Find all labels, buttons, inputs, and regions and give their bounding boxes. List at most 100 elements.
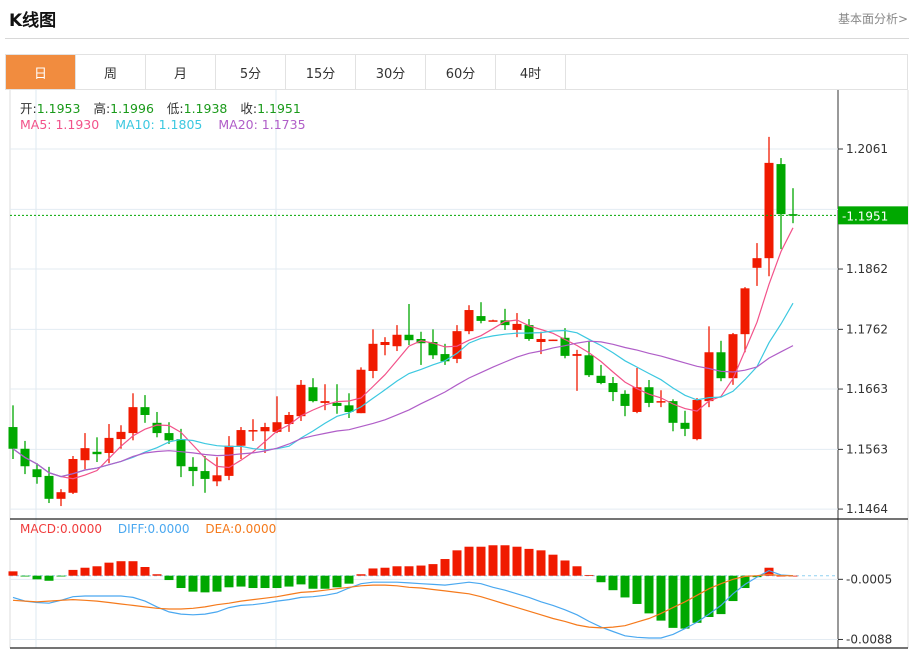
close-value: 1.1951 [257, 101, 301, 116]
macd-value: MACD:0.0000 [20, 522, 103, 536]
macd-bar [188, 575, 198, 592]
macd-bar [608, 575, 618, 591]
open-label: 开: [20, 101, 37, 116]
y-tick-label: 1.2061 [846, 142, 888, 156]
candle [80, 433, 90, 470]
macd-y-tick-label: -0.0005 [846, 572, 892, 586]
candle-body [488, 320, 498, 322]
y-tick-label: 1.1663 [846, 382, 888, 396]
candle [416, 331, 426, 365]
candle-body [596, 375, 606, 384]
y-tick-label: 1.1762 [846, 322, 888, 336]
candle-body [740, 288, 750, 335]
candle-body [704, 352, 714, 402]
candle [776, 158, 786, 250]
macd-bar [248, 575, 258, 589]
macd-bar [104, 562, 114, 576]
candle [200, 455, 210, 493]
candle-body [752, 258, 762, 268]
candle-body [620, 393, 630, 406]
y-tick-label: 1.1563 [846, 442, 888, 456]
candle-body [188, 466, 198, 472]
macd-bar [116, 561, 126, 576]
macd-bar [128, 561, 138, 576]
open-value: 1.1953 [36, 101, 81, 116]
candle-body [788, 214, 798, 216]
candle-body [548, 339, 558, 342]
candle-body [248, 430, 258, 432]
candle-body [128, 407, 138, 434]
macd-bar [668, 575, 678, 628]
candle [692, 398, 702, 441]
macd-bar [392, 566, 402, 576]
macd-bar [596, 575, 606, 583]
candle [500, 308, 510, 330]
candle [524, 319, 534, 341]
candle-body [716, 352, 726, 379]
macd-bar [704, 575, 714, 618]
candle-body [536, 338, 546, 343]
macd-bar [56, 575, 66, 577]
macd-bar [236, 575, 246, 587]
candle-body [44, 475, 54, 499]
macd-bar [632, 575, 642, 604]
macd-bar [536, 550, 546, 576]
macd-bar [200, 575, 210, 593]
candle-body [200, 471, 210, 479]
candle-body [176, 439, 186, 467]
y-tick-label: 1.1862 [846, 262, 888, 276]
diff-value: DIFF:0.0000 [117, 522, 190, 536]
macd-bar [404, 566, 414, 576]
candle [308, 378, 318, 403]
candle [608, 376, 618, 402]
candle [188, 457, 198, 487]
candle [368, 329, 378, 379]
candle-body [212, 475, 222, 482]
candle-body [32, 469, 42, 478]
macd-bar [380, 567, 390, 576]
candle-body [320, 401, 330, 403]
macd-bar [488, 545, 498, 576]
macd-bar [308, 575, 318, 589]
macd-bar [548, 554, 558, 576]
macd-bar [416, 565, 426, 576]
candle-body [140, 407, 150, 415]
candle [704, 326, 714, 408]
candle [260, 422, 270, 453]
macd-bar [224, 575, 234, 588]
candle-body [104, 437, 114, 453]
candle-body [296, 384, 306, 417]
candle [620, 390, 630, 417]
candle [212, 457, 222, 487]
macd-bar [8, 571, 18, 576]
candle [224, 436, 234, 481]
candle [548, 339, 558, 342]
macd-bar [140, 567, 150, 576]
candle-body [92, 451, 102, 455]
macd-bar [164, 575, 174, 581]
macd-bar [68, 569, 78, 576]
candle-body [392, 334, 402, 347]
candle [488, 319, 498, 322]
candle-body [464, 310, 474, 332]
candle-body [224, 445, 234, 476]
macd-bar [296, 575, 306, 585]
candle [476, 302, 486, 324]
candle-body [572, 354, 582, 356]
macd-bar [344, 575, 354, 584]
macd-bar [524, 548, 534, 576]
candle-body [68, 459, 78, 493]
candle [128, 393, 138, 441]
macd-bar [560, 560, 570, 576]
candle [116, 425, 126, 449]
macd-bar [428, 564, 438, 576]
macd-bar [260, 575, 270, 589]
macd-bar [464, 546, 474, 576]
candle-body [656, 401, 666, 403]
ohlc-legend: 开:1.1953 高:1.1996 低:1.1938 收:1.1951 [20, 98, 310, 117]
candle [272, 396, 282, 434]
candle-body [476, 316, 486, 321]
candle [56, 489, 66, 507]
close-label: 收: [240, 101, 258, 116]
candle [728, 332, 738, 385]
